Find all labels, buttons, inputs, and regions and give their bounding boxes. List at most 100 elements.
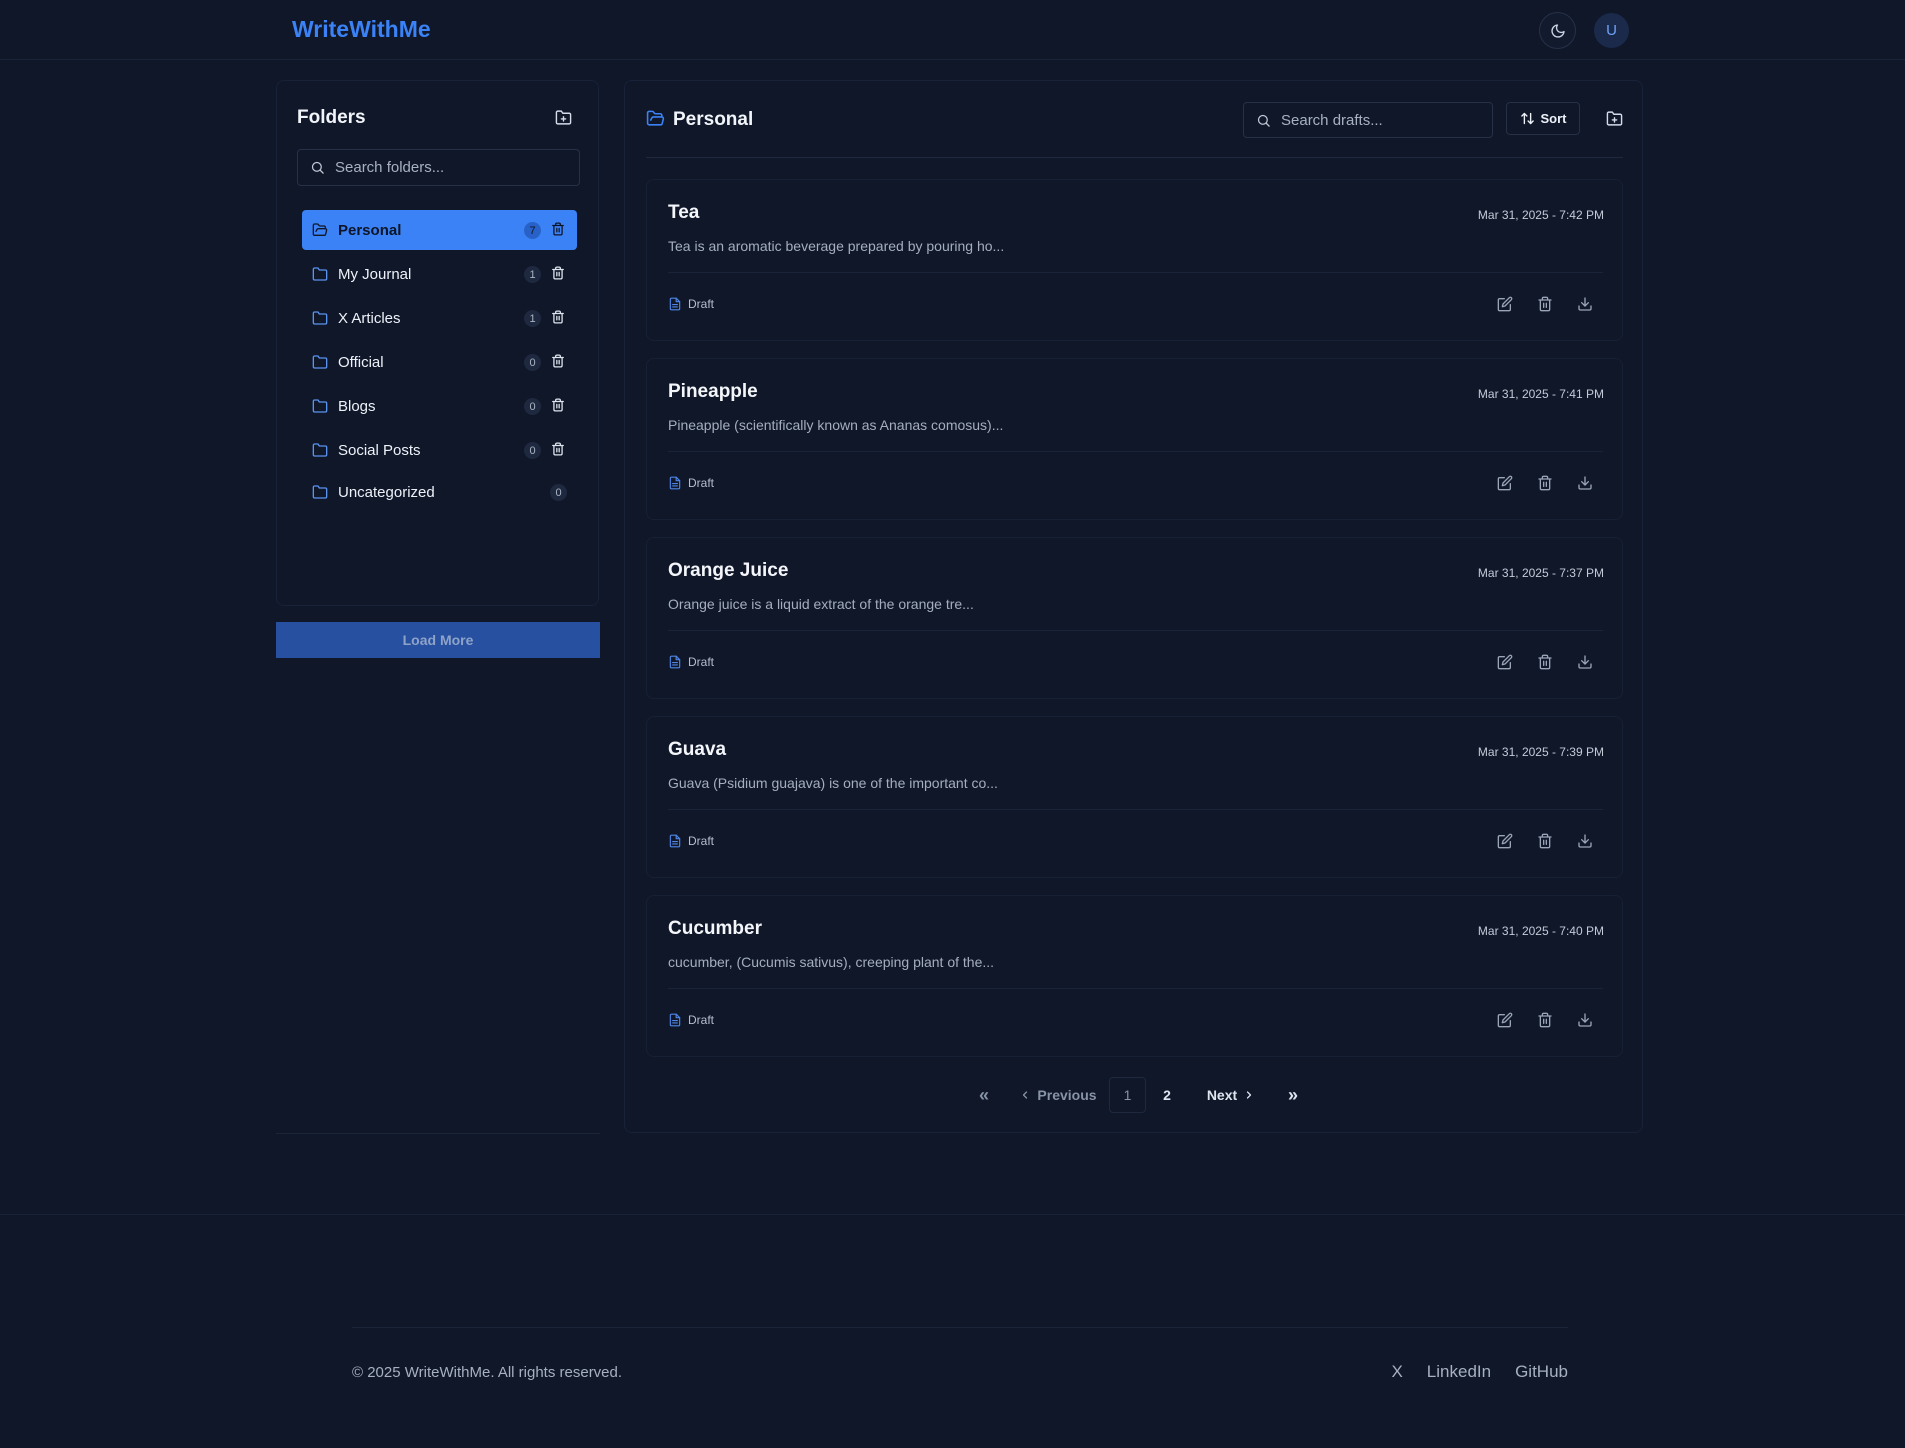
file-text-icon: [668, 1013, 682, 1027]
folder-plus-icon: [555, 109, 572, 126]
card-divider: [668, 988, 1603, 989]
brand-logo[interactable]: WriteWithMe: [292, 16, 431, 43]
file-text-icon: [668, 834, 682, 848]
edit-icon[interactable]: [1497, 833, 1513, 849]
trash-icon[interactable]: [551, 222, 565, 236]
folder-icon: [312, 442, 328, 458]
new-folder-button[interactable]: [1606, 110, 1623, 127]
draft-excerpt: Pineapple (scientifically known as Anana…: [668, 417, 1004, 433]
draft-actions: [1497, 654, 1593, 670]
page-button-1[interactable]: 1: [1109, 1077, 1146, 1113]
draft-status-label: Draft: [688, 655, 715, 669]
folder-name: My Journal: [338, 265, 412, 283]
trash-icon[interactable]: [1537, 654, 1553, 670]
previous-page-button[interactable]: Previous: [1013, 1077, 1103, 1113]
folder-open-icon: [646, 109, 665, 128]
sort-button[interactable]: Sort: [1506, 102, 1580, 135]
folder-name: Social Posts: [338, 441, 421, 459]
arrow-up-down-icon: [1520, 111, 1535, 126]
draft-status: Draft: [668, 297, 714, 311]
folder-count-badge: 1: [524, 310, 541, 327]
sidebar-divider: [276, 1133, 600, 1134]
draft-card[interactable]: Guava Mar 31, 2025 - 7:39 PM Guava (Psid…: [646, 716, 1623, 878]
folder-item-blogs[interactable]: Blogs 0: [302, 386, 577, 426]
folder-item-personal[interactable]: Personal 7: [302, 210, 577, 250]
file-text-icon: [668, 476, 682, 490]
draft-status-label: Draft: [688, 1013, 715, 1027]
new-folder-button[interactable]: [555, 109, 572, 126]
last-page-button[interactable]: »: [1278, 1077, 1308, 1113]
folder-item-official[interactable]: Official 0: [302, 342, 577, 382]
trash-icon[interactable]: [551, 266, 565, 280]
top-header: WriteWithMe U: [0, 0, 1905, 60]
folder-count-badge: 0: [524, 442, 541, 459]
folder-item-my-journal[interactable]: My Journal 1: [302, 254, 577, 294]
footer-link-x[interactable]: X: [1391, 1362, 1402, 1382]
edit-icon[interactable]: [1497, 296, 1513, 312]
draft-card[interactable]: Tea Mar 31, 2025 - 7:42 PM Tea is an aro…: [646, 179, 1623, 341]
trash-icon[interactable]: [1537, 475, 1553, 491]
draft-excerpt: Guava (Psidium guajava) is one of the im…: [668, 775, 998, 791]
chevron-left-icon: [1019, 1089, 1031, 1101]
draft-status-label: Draft: [688, 476, 715, 490]
folder-name: Blogs: [338, 397, 376, 415]
trash-icon[interactable]: [551, 310, 565, 324]
draft-card[interactable]: Cucumber Mar 31, 2025 - 7:40 PM cucumber…: [646, 895, 1623, 1057]
folder-search-input[interactable]: [335, 159, 555, 176]
folders-sidebar: Folders Personal 7 My Journal 1: [276, 80, 599, 606]
copyright-text: © 2025 WriteWithMe. All rights reserved.: [352, 1364, 623, 1381]
download-icon[interactable]: [1577, 475, 1593, 491]
trash-icon[interactable]: [1537, 1012, 1553, 1028]
download-icon[interactable]: [1577, 833, 1593, 849]
draft-search-input[interactable]: [1281, 111, 1471, 129]
trash-icon[interactable]: [551, 354, 565, 368]
card-divider: [668, 451, 1603, 452]
moon-icon: [1550, 23, 1566, 39]
download-icon[interactable]: [1577, 296, 1593, 312]
edit-icon[interactable]: [1497, 1012, 1513, 1028]
folder-search-box: [297, 149, 580, 186]
draft-date: Mar 31, 2025 - 7:37 PM: [1477, 566, 1604, 580]
edit-icon[interactable]: [1497, 654, 1513, 670]
folder-open-icon: [312, 222, 328, 238]
draft-excerpt: cucumber, (Cucumis sativus), creeping pl…: [668, 954, 995, 970]
footer-link-github[interactable]: GitHub: [1515, 1362, 1568, 1382]
previous-label: Previous: [1037, 1087, 1097, 1103]
trash-icon[interactable]: [1537, 296, 1553, 312]
load-more-button[interactable]: Load More: [276, 622, 600, 658]
draft-search-box: [1243, 102, 1493, 138]
edit-icon[interactable]: [1497, 475, 1513, 491]
draft-card[interactable]: Orange Juice Mar 31, 2025 - 7:37 PM Oran…: [646, 537, 1623, 699]
draft-actions: [1497, 296, 1593, 312]
trash-icon[interactable]: [551, 442, 565, 456]
trash-icon[interactable]: [551, 398, 565, 412]
draft-actions: [1497, 833, 1593, 849]
folder-count-badge: 1: [524, 266, 541, 283]
current-folder-title: Personal: [673, 109, 754, 130]
folder-item-uncategorized[interactable]: Uncategorized 0: [302, 472, 577, 512]
search-icon: [310, 160, 325, 175]
download-icon[interactable]: [1577, 654, 1593, 670]
draft-status-label: Draft: [688, 834, 715, 848]
first-page-button[interactable]: «: [969, 1077, 999, 1113]
folder-count-badge: 0: [550, 484, 567, 501]
theme-toggle-button[interactable]: [1539, 12, 1576, 49]
folder-icon: [312, 484, 328, 500]
next-page-button[interactable]: Next: [1195, 1077, 1267, 1113]
folder-item-social-posts[interactable]: Social Posts 0: [302, 430, 577, 470]
user-avatar[interactable]: U: [1594, 13, 1629, 48]
file-text-icon: [668, 655, 682, 669]
draft-title: Guava: [668, 739, 727, 760]
pagination: « Previous 1 2 Next »: [625, 1077, 1644, 1113]
folder-item-x-articles[interactable]: X Articles 1: [302, 298, 577, 338]
draft-card[interactable]: Pineapple Mar 31, 2025 - 7:41 PM Pineapp…: [646, 358, 1623, 520]
footer-link-linkedin[interactable]: LinkedIn: [1427, 1362, 1491, 1382]
trash-icon[interactable]: [1537, 833, 1553, 849]
drafts-panel: Personal Sort Tea Mar 31, 2025 - 7:42 PM…: [624, 80, 1643, 1133]
page-button-2[interactable]: 2: [1152, 1077, 1182, 1113]
folder-icon: [312, 310, 328, 326]
download-icon[interactable]: [1577, 1012, 1593, 1028]
footer-border: [0, 1214, 1905, 1215]
file-text-icon: [668, 297, 682, 311]
folder-count-badge: 0: [524, 398, 541, 415]
